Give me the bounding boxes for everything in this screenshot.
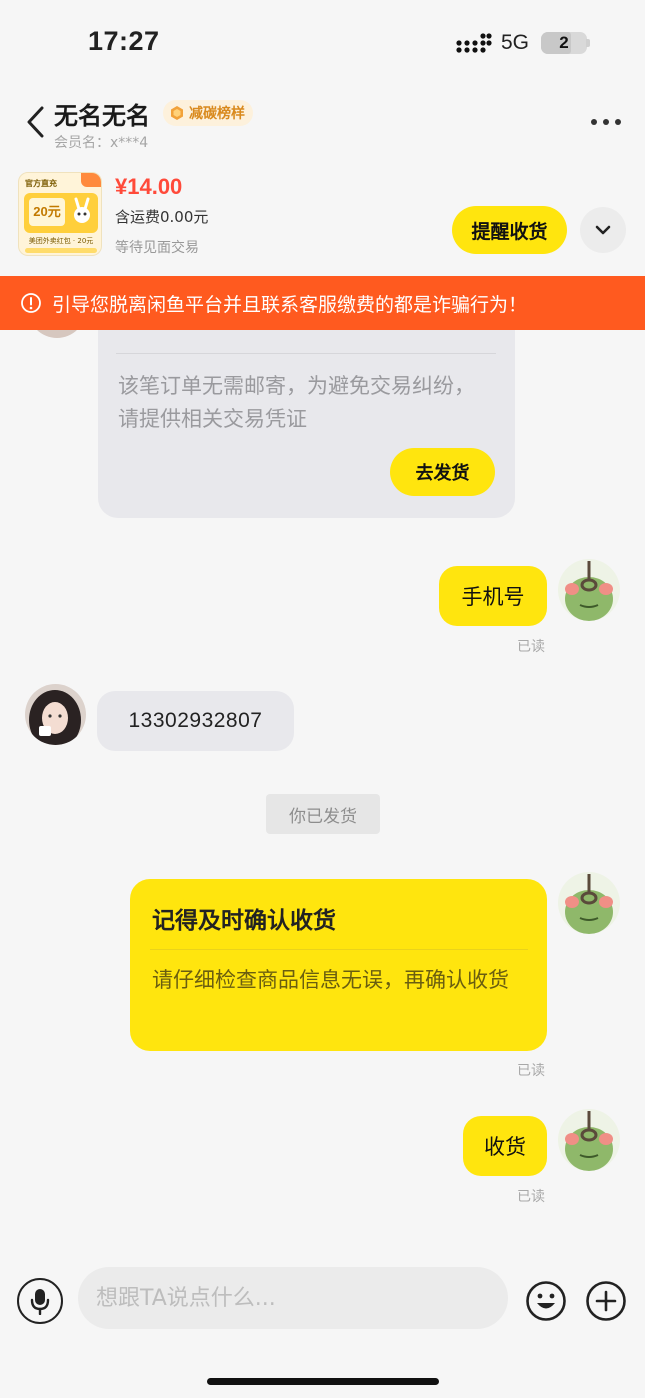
product-price: ¥14.00 [115, 174, 183, 199]
message-bubble-self[interactable]: 手机号 [439, 566, 547, 626]
card-title: 记得及时确认收货 [152, 908, 336, 934]
thumb-corner-tag [81, 173, 101, 187]
add-icon[interactable] [585, 1280, 627, 1322]
confirm-receipt-card[interactable]: 记得及时确认收货 请仔细检查商品信息无误，再确认收货 [130, 879, 547, 1051]
emoji-icon[interactable] [525, 1280, 567, 1322]
seller-avatar[interactable] [25, 684, 86, 745]
thumb-top-label: 官方直充 [25, 179, 57, 188]
read-status: 已读 [517, 639, 545, 655]
shipping-fee: 含运费0.00元 [115, 208, 209, 226]
expand-button[interactable] [580, 207, 626, 253]
self-avatar[interactable] [558, 559, 620, 621]
frog-avatar-icon [558, 872, 620, 934]
thumb-amount: 20元 [29, 198, 65, 226]
voice-button[interactable] [17, 1278, 63, 1324]
divider [150, 949, 528, 950]
fraud-warning-banner: 引导您脱离闲鱼平台并且联系客服缴费的都是诈骗行为！ [0, 276, 645, 330]
frog-avatar-icon [558, 559, 620, 621]
battery-level: 2 [559, 33, 569, 52]
back-icon[interactable] [22, 104, 52, 140]
home-indicator [207, 1378, 439, 1385]
battery-cap [586, 39, 590, 47]
chevron-down-icon [595, 225, 611, 235]
message-input[interactable] [78, 1267, 508, 1329]
order-card: 该笔订单无需邮寄，为避免交易纠纷，请提供相关交易凭证 去发货 [98, 300, 515, 518]
remind-receipt-button[interactable]: 提醒收货 [452, 206, 567, 254]
contact-name[interactable]: 无名无名 [54, 96, 150, 131]
go-ship-button[interactable]: 去发货 [390, 448, 495, 496]
more-options-icon[interactable] [586, 108, 626, 136]
read-status: 已读 [517, 1063, 545, 1079]
trade-status: 等待见面交易 [115, 240, 199, 256]
microphone-icon [30, 1289, 50, 1315]
message-bubble-other[interactable]: 13302932807 [97, 691, 294, 751]
badge-label: 减碳榜样 [189, 106, 245, 122]
frog-avatar-icon [558, 1109, 620, 1171]
status-time: 17:27 [88, 26, 160, 56]
thumb-bottom-label: 美团外卖红包 · 20元 [28, 237, 94, 245]
message-bubble-self[interactable]: 收货 [463, 1116, 547, 1176]
carbon-badge[interactable]: 减碳榜样 [163, 100, 253, 126]
thumb-footer-bar [25, 248, 97, 253]
card-text: 请仔细检查商品信息无误，再确认收货 [152, 968, 509, 992]
warning-text: 引导您脱离闲鱼平台并且联系客服缴费的都是诈骗行为！ [52, 293, 528, 316]
product-thumbnail[interactable]: 官方直充 20元 美团外卖红包 · 20元 [18, 172, 102, 256]
battery-icon: 2 [541, 32, 587, 54]
read-status: 已读 [517, 1189, 545, 1205]
signal-icon [456, 33, 492, 53]
system-note: 你已发货 [266, 794, 380, 834]
order-card-text: 该笔订单无需邮寄，为避免交易纠纷，请提供相关交易凭证 [118, 374, 475, 431]
hexagon-icon [171, 106, 183, 120]
network-label: 5G [501, 31, 530, 54]
divider [116, 353, 496, 354]
girl-avatar-icon [25, 684, 86, 745]
kangaroo-icon [74, 197, 90, 223]
self-avatar[interactable] [558, 872, 620, 934]
thumb-coupon: 20元 [24, 193, 98, 233]
self-avatar[interactable] [558, 1109, 620, 1171]
member-name: 会员名：x***4 [54, 135, 149, 151]
alert-circle-icon [21, 293, 41, 313]
